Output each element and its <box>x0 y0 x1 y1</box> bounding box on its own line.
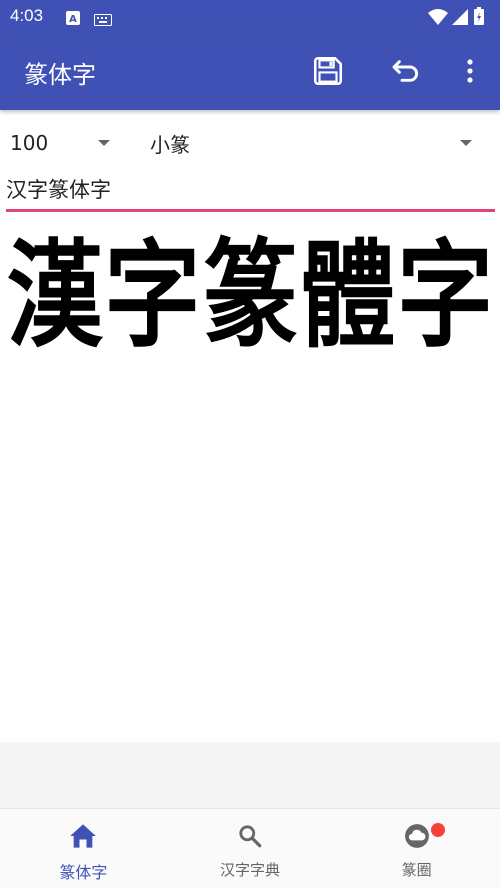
bottom-navigation: 篆体字 汉字字典 篆圈 <box>0 808 500 888</box>
chevron-down-icon <box>98 140 110 146</box>
more-vert-icon <box>466 58 474 88</box>
seal-char: 字 <box>397 227 494 364</box>
status-bar: 4:03 A <box>0 0 500 33</box>
undo-icon <box>390 55 422 91</box>
bottom-spacer <box>0 742 500 808</box>
size-spinner[interactable]: 100 <box>10 120 120 166</box>
text-input-wrapper <box>6 170 495 212</box>
seal-char: 篆 <box>201 227 298 364</box>
seal-char: 漢 <box>6 227 103 364</box>
app-notification-icon: A <box>66 10 80 29</box>
seal-char: 體 <box>299 227 396 364</box>
nav-label: 篆体字 <box>59 863 108 882</box>
more-options-button[interactable] <box>450 53 490 93</box>
notification-badge <box>431 823 446 837</box>
save-button[interactable] <box>308 53 348 93</box>
status-time: 4:03 <box>10 6 44 25</box>
controls-row: 100 小篆 <box>0 120 500 166</box>
app-bar: 篆体字 <box>0 33 500 110</box>
keyboard-icon <box>94 11 112 30</box>
svg-text:A: A <box>69 14 77 25</box>
seal-output: 漢 字 篆 體 字 <box>0 226 500 366</box>
text-input[interactable] <box>6 170 495 208</box>
cloud-icon <box>403 823 431 853</box>
style-spinner[interactable]: 小篆 <box>150 120 485 166</box>
nav-label: 篆圈 <box>401 861 432 879</box>
save-icon <box>311 54 345 92</box>
nav-label: 汉字字典 <box>220 861 281 879</box>
nav-item-seal[interactable]: 篆体字 <box>0 809 167 888</box>
nav-item-circle[interactable]: 篆圈 <box>333 809 500 888</box>
wifi-icon <box>428 9 448 29</box>
chevron-down-icon <box>460 140 472 146</box>
battery-icon <box>474 7 484 29</box>
signal-icon <box>452 9 468 29</box>
style-value: 小篆 <box>150 132 190 157</box>
input-underline <box>6 209 495 212</box>
search-icon <box>236 823 264 853</box>
app-title: 篆体字 <box>24 61 96 89</box>
size-value: 100 <box>10 131 49 155</box>
home-icon <box>69 823 97 853</box>
nav-item-dictionary[interactable]: 汉字字典 <box>167 809 334 888</box>
undo-button[interactable] <box>386 53 426 93</box>
seal-char: 字 <box>104 227 201 364</box>
